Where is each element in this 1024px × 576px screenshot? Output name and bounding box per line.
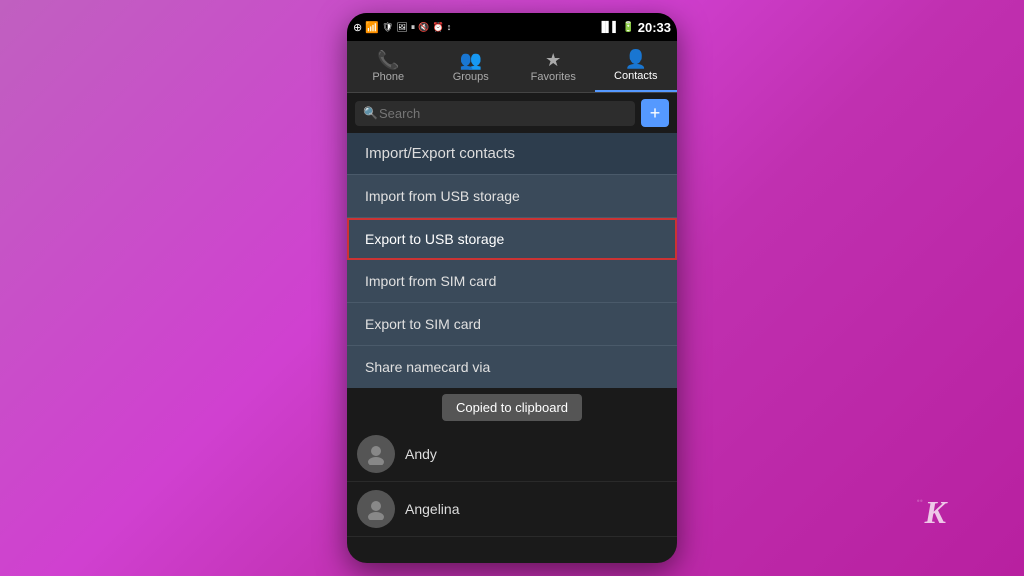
clipboard-toast: Copied to clipboard (442, 394, 582, 421)
menu-item-import-sim[interactable]: Import from SIM card (347, 260, 677, 303)
dots-icon: •• (917, 496, 923, 506)
tab-favorites[interactable]: ★ Favorites (512, 41, 595, 92)
tab-groups-label: Groups (453, 71, 489, 83)
contact-avatar-angelina (357, 490, 395, 528)
contact-row-andy[interactable]: Andy (347, 427, 677, 482)
contact-avatar-andy (357, 435, 395, 473)
mute-icon: 🔇 (418, 22, 429, 33)
search-bar: 🔍 + (347, 93, 677, 133)
search-wrapper: 🔍 (355, 101, 635, 126)
time-display: 20:33 (638, 20, 671, 35)
contacts-area: Copied to clipboard Andy Angelina (347, 388, 677, 537)
menu-item-export-sim[interactable]: Export to SIM card (347, 303, 677, 346)
toast-container: Copied to clipboard (347, 388, 677, 427)
tab-contacts[interactable]: 👤 Contacts (595, 41, 678, 92)
star-icon: ★ (545, 51, 561, 69)
search-input[interactable] (355, 101, 635, 126)
tab-groups[interactable]: 👥 Groups (430, 41, 513, 92)
k-brand-logo: K (925, 494, 946, 530)
tab-phone-label: Phone (372, 71, 404, 83)
tab-phone[interactable]: 📞 Phone (347, 41, 430, 92)
status-icons-left: ⊕ 📶 🛡 🖼 ⏸ 🔇 ⏰ ↕ (353, 21, 451, 34)
sync-icon: ↕ (447, 22, 452, 32)
phone-icon: 📞 (377, 51, 399, 69)
menu-item-export-usb[interactable]: Export to USB storage (347, 218, 677, 260)
notification-icon: ⊕ (353, 21, 362, 34)
signal-icon: ▐▌▌ (598, 22, 619, 33)
groups-icon: 👥 (460, 51, 482, 69)
add-contact-button[interactable]: + (641, 99, 669, 127)
phone-frame: ⊕ 📶 🛡 🖼 ⏸ 🔇 ⏰ ↕ ▐▌▌ 🔋 20:33 📞 Phone 👥 Gr… (347, 13, 677, 563)
pause-icon: ⏸ (411, 22, 416, 33)
contact-row-angelina[interactable]: Angelina (347, 482, 677, 537)
alarm-icon: ⏰ (433, 22, 444, 33)
tab-favorites-label: Favorites (531, 71, 576, 83)
battery-icon: 🔋 (622, 22, 634, 33)
menu-item-import-usb[interactable]: Import from USB storage (347, 175, 677, 218)
wifi-icon: 📶 (365, 21, 379, 34)
nav-tabs: 📞 Phone 👥 Groups ★ Favorites 👤 Contacts (347, 41, 677, 93)
contact-name-angelina: Angelina (405, 501, 460, 517)
tab-contacts-label: Contacts (614, 70, 657, 82)
shield-icon: 🛡 (382, 22, 393, 33)
dropdown-menu: Import/Export contacts Import from USB s… (347, 133, 677, 388)
contact-name-andy: Andy (405, 446, 437, 462)
menu-item-share-namecard[interactable]: Share namecard via (347, 346, 677, 388)
contacts-icon: 👤 (625, 50, 647, 68)
branding-area: •• K (925, 494, 946, 531)
status-icons-right: ▐▌▌ 🔋 20:33 (598, 20, 671, 35)
status-bar: ⊕ 📶 🛡 🖼 ⏸ 🔇 ⏰ ↕ ▐▌▌ 🔋 20:33 (347, 13, 677, 41)
search-icon: 🔍 (363, 106, 378, 120)
image-icon: 🖼 (396, 22, 407, 33)
menu-header: Import/Export contacts (347, 133, 677, 175)
